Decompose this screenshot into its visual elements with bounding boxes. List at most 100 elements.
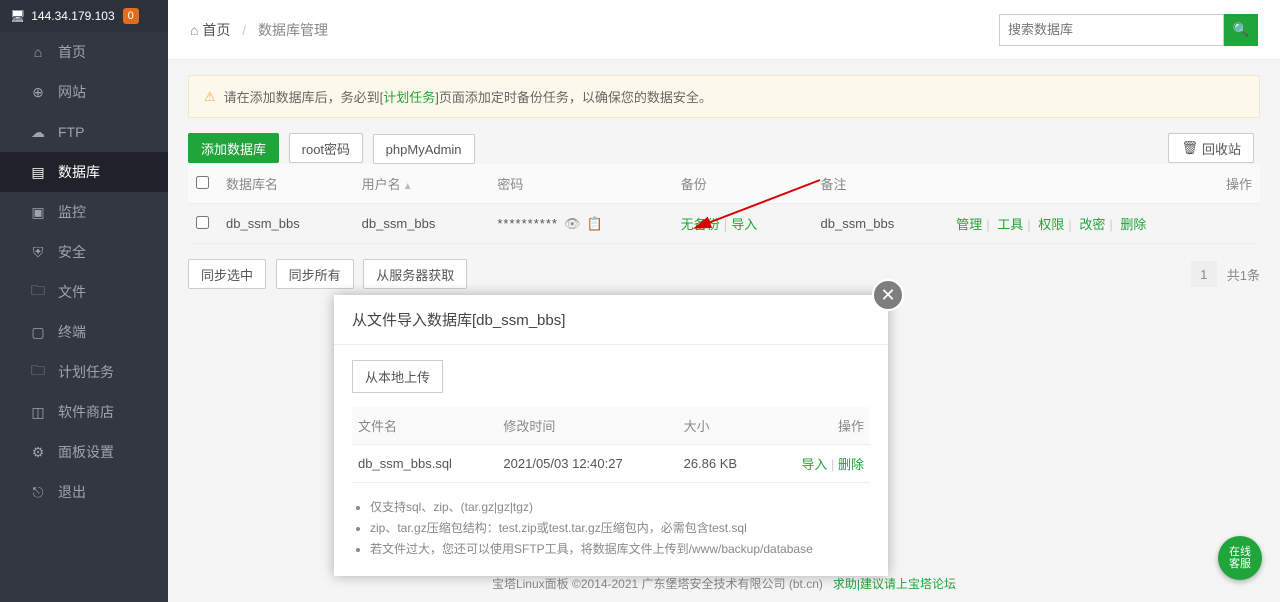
footer-text: 宝塔Linux面板 ©2014-2021 广东堡塔安全技术有限公司 (bt.cn… — [492, 577, 823, 591]
mcol-mtime: 修改时间 — [497, 407, 677, 445]
page-number[interactable]: 1 — [1191, 261, 1217, 287]
file-import-link[interactable]: 导入 — [801, 457, 827, 472]
breadcrumb-home[interactable]: 首页 — [202, 22, 230, 38]
notification-badge[interactable]: 0 — [123, 8, 139, 24]
alert-link[interactable]: 计划任务 — [383, 87, 435, 106]
import-link[interactable]: 导入 — [731, 217, 757, 232]
sidebar-item-monitor[interactable]: ▣监控 — [0, 192, 168, 232]
changepwd-link[interactable]: 改密 — [1079, 217, 1105, 232]
phpmyadmin-button[interactable]: phpMyAdmin — [373, 134, 475, 164]
col-name[interactable]: 数据库名 — [218, 164, 354, 204]
db-backup-cell: 无备份|导入 — [673, 204, 813, 244]
sidebar-item-terminal[interactable]: ▢终端 — [0, 312, 168, 352]
delete-link[interactable]: 删除 — [1120, 217, 1146, 232]
gear-icon: ⚙ — [28, 444, 48, 461]
mcol-filename: 文件名 — [352, 407, 497, 445]
tip-item: zip、tar.gz压缩包结构：test.zip或test.tar.gz压缩包内… — [370, 519, 870, 536]
recycle-bin-button[interactable]: 🗑回收站 — [1168, 133, 1254, 163]
table-row: db_ssm_bbs db_ssm_bbs ********** 👁 📋 无备份|导… — [188, 204, 1260, 244]
root-password-button[interactable]: root密码 — [289, 133, 363, 163]
sidebar-label: 监控 — [58, 202, 86, 222]
mcol-action: 操作 — [767, 407, 870, 445]
import-modal: ✕ 从文件导入数据库[db_ssm_bbs] 从本地上传 文件名 修改时间 大小… — [334, 295, 888, 576]
trash-icon: 🗑 — [1181, 140, 1198, 156]
sidebar-item-website[interactable]: ⊕网站 — [0, 72, 168, 112]
exit-icon: ⎋ — [28, 484, 48, 501]
database-table: 数据库名 用户名▲ 密码 备份 备注 操作 db_ssm_bbs db_ssm_… — [188, 164, 1260, 244]
sidebar-item-home[interactable]: ⌂首页 — [0, 32, 168, 72]
globe-icon: ⊕ — [28, 84, 48, 101]
sidebar-label: 计划任务 — [58, 362, 114, 382]
toolbar: 添加数据库 root密码 phpMyAdmin 🗑回收站 — [188, 133, 1260, 164]
sidebar-item-logout[interactable]: ⎋ 退出 — [0, 472, 168, 512]
fetch-from-server-button[interactable]: 从服务器获取 — [363, 259, 467, 289]
home-icon: ⌂ — [190, 22, 198, 38]
modal-title: 从文件导入数据库[db_ssm_bbs] — [334, 295, 888, 345]
sidebar-item-database[interactable]: ▤数据库 — [0, 152, 168, 192]
file-mtime: 2021/05/03 12:40:27 — [497, 445, 677, 483]
search-wrap: 🔍 — [999, 14, 1258, 46]
sync-all-button[interactable]: 同步所有 — [276, 259, 354, 289]
db-password-cell: ********** 👁 📋 — [489, 204, 672, 244]
tip-item: 仅支持sql、zip、(tar.gz|gz|tgz) — [370, 498, 870, 515]
select-all-checkbox[interactable] — [196, 176, 209, 189]
breadcrumb-separator: / — [242, 22, 246, 38]
file-actions: 导入 | 删除 — [767, 445, 870, 483]
sidebar-label: 软件商店 — [58, 402, 114, 422]
db-remark[interactable]: db_ssm_bbs — [813, 204, 949, 244]
col-user[interactable]: 用户名▲ — [354, 164, 490, 204]
sidebar-label: FTP — [58, 124, 84, 140]
col-remark: 备注 — [813, 164, 949, 204]
sidebar-item-settings[interactable]: ⚙ 面板设置 — [0, 432, 168, 472]
sidebar-item-cron[interactable]: 🗀 计划任务 — [0, 352, 168, 392]
sidebar-label: 退出 — [58, 482, 86, 502]
sidebar-label: 面板设置 — [58, 442, 114, 462]
col-action: 操作 — [948, 164, 1260, 204]
eye-icon[interactable]: 👁 — [564, 216, 581, 231]
no-backup-link[interactable]: 无备份 — [681, 217, 720, 232]
server-info-bar: 🖥 144.34.179.103 0 — [0, 0, 168, 32]
db-user: db_ssm_bbs — [354, 204, 490, 244]
sidebar-label: 安全 — [58, 242, 86, 262]
alert-text: ]页面添加定时备份任务，以确保您的数据安全。 — [435, 87, 712, 106]
sidebar: 🖥 144.34.179.103 0 ⌂首页 ⊕网站 ☁ FTP ▤数据库 ▣监控… — [0, 0, 168, 602]
pagination: 1 共1条 — [1191, 261, 1260, 287]
server-ip: 144.34.179.103 — [31, 9, 114, 23]
cloud-icon: ☁ — [28, 124, 48, 141]
top-bar: ⌂ 首页 / 数据库管理 🔍 — [168, 0, 1280, 60]
alert-text: 请在添加数据库后，务必到[ — [224, 87, 384, 106]
floating-label: 在线 客服 — [1229, 546, 1251, 570]
online-service-button[interactable]: 在线 客服 — [1218, 536, 1262, 580]
sync-selected-button[interactable]: 同步选中 — [188, 259, 266, 289]
warning-icon: ⚠ — [204, 89, 216, 105]
tool-link[interactable]: 工具 — [997, 217, 1023, 232]
modal-tips: 仅支持sql、zip、(tar.gz|gz|tgz) zip、tar.gz压缩包… — [352, 498, 870, 557]
row-checkbox[interactable] — [196, 216, 209, 229]
file-delete-link[interactable]: 删除 — [838, 457, 864, 472]
breadcrumb: ⌂ 首页 / 数据库管理 — [190, 20, 328, 40]
file-size: 26.86 KB — [678, 445, 768, 483]
sidebar-item-store[interactable]: ◫软件商店 — [0, 392, 168, 432]
copy-icon[interactable]: 📋 — [586, 216, 602, 231]
database-icon: ▤ — [28, 164, 48, 181]
sidebar-item-files[interactable]: 🗀文件 — [0, 272, 168, 312]
sidebar-item-security[interactable]: ⛨安全 — [0, 232, 168, 272]
modal-close-button[interactable]: ✕ — [872, 279, 904, 311]
import-file-table: 文件名 修改时间 大小 操作 db_ssm_bbs.sql 2021/05/03… — [352, 407, 870, 483]
upload-local-button[interactable]: 从本地上传 — [352, 360, 443, 393]
search-button[interactable]: 🔍 — [1224, 14, 1258, 46]
warning-alert: ⚠ 请在添加数据库后，务必到[计划任务]页面添加定时备份任务，以确保您的数据安全… — [188, 75, 1260, 118]
clock-icon: 🗀 — [28, 360, 48, 384]
password-masked: ********** — [497, 216, 558, 231]
db-name: db_ssm_bbs — [218, 204, 354, 244]
footer-link[interactable]: 求助|建议请上宝塔论坛 — [833, 577, 956, 591]
perm-link[interactable]: 权限 — [1038, 217, 1064, 232]
col-user-label: 用户名 — [362, 177, 401, 192]
col-pwd: 密码 — [489, 164, 672, 204]
sidebar-item-ftp[interactable]: ☁ FTP — [0, 112, 168, 152]
manage-link[interactable]: 管理 — [956, 217, 982, 232]
row-actions: 管理| 工具| 权限| 改密| 删除 — [948, 204, 1260, 244]
table-footer: 同步选中 同步所有 从服务器获取 1 共1条 — [188, 259, 1260, 289]
add-database-button[interactable]: 添加数据库 — [188, 133, 279, 163]
search-input[interactable] — [999, 14, 1224, 46]
